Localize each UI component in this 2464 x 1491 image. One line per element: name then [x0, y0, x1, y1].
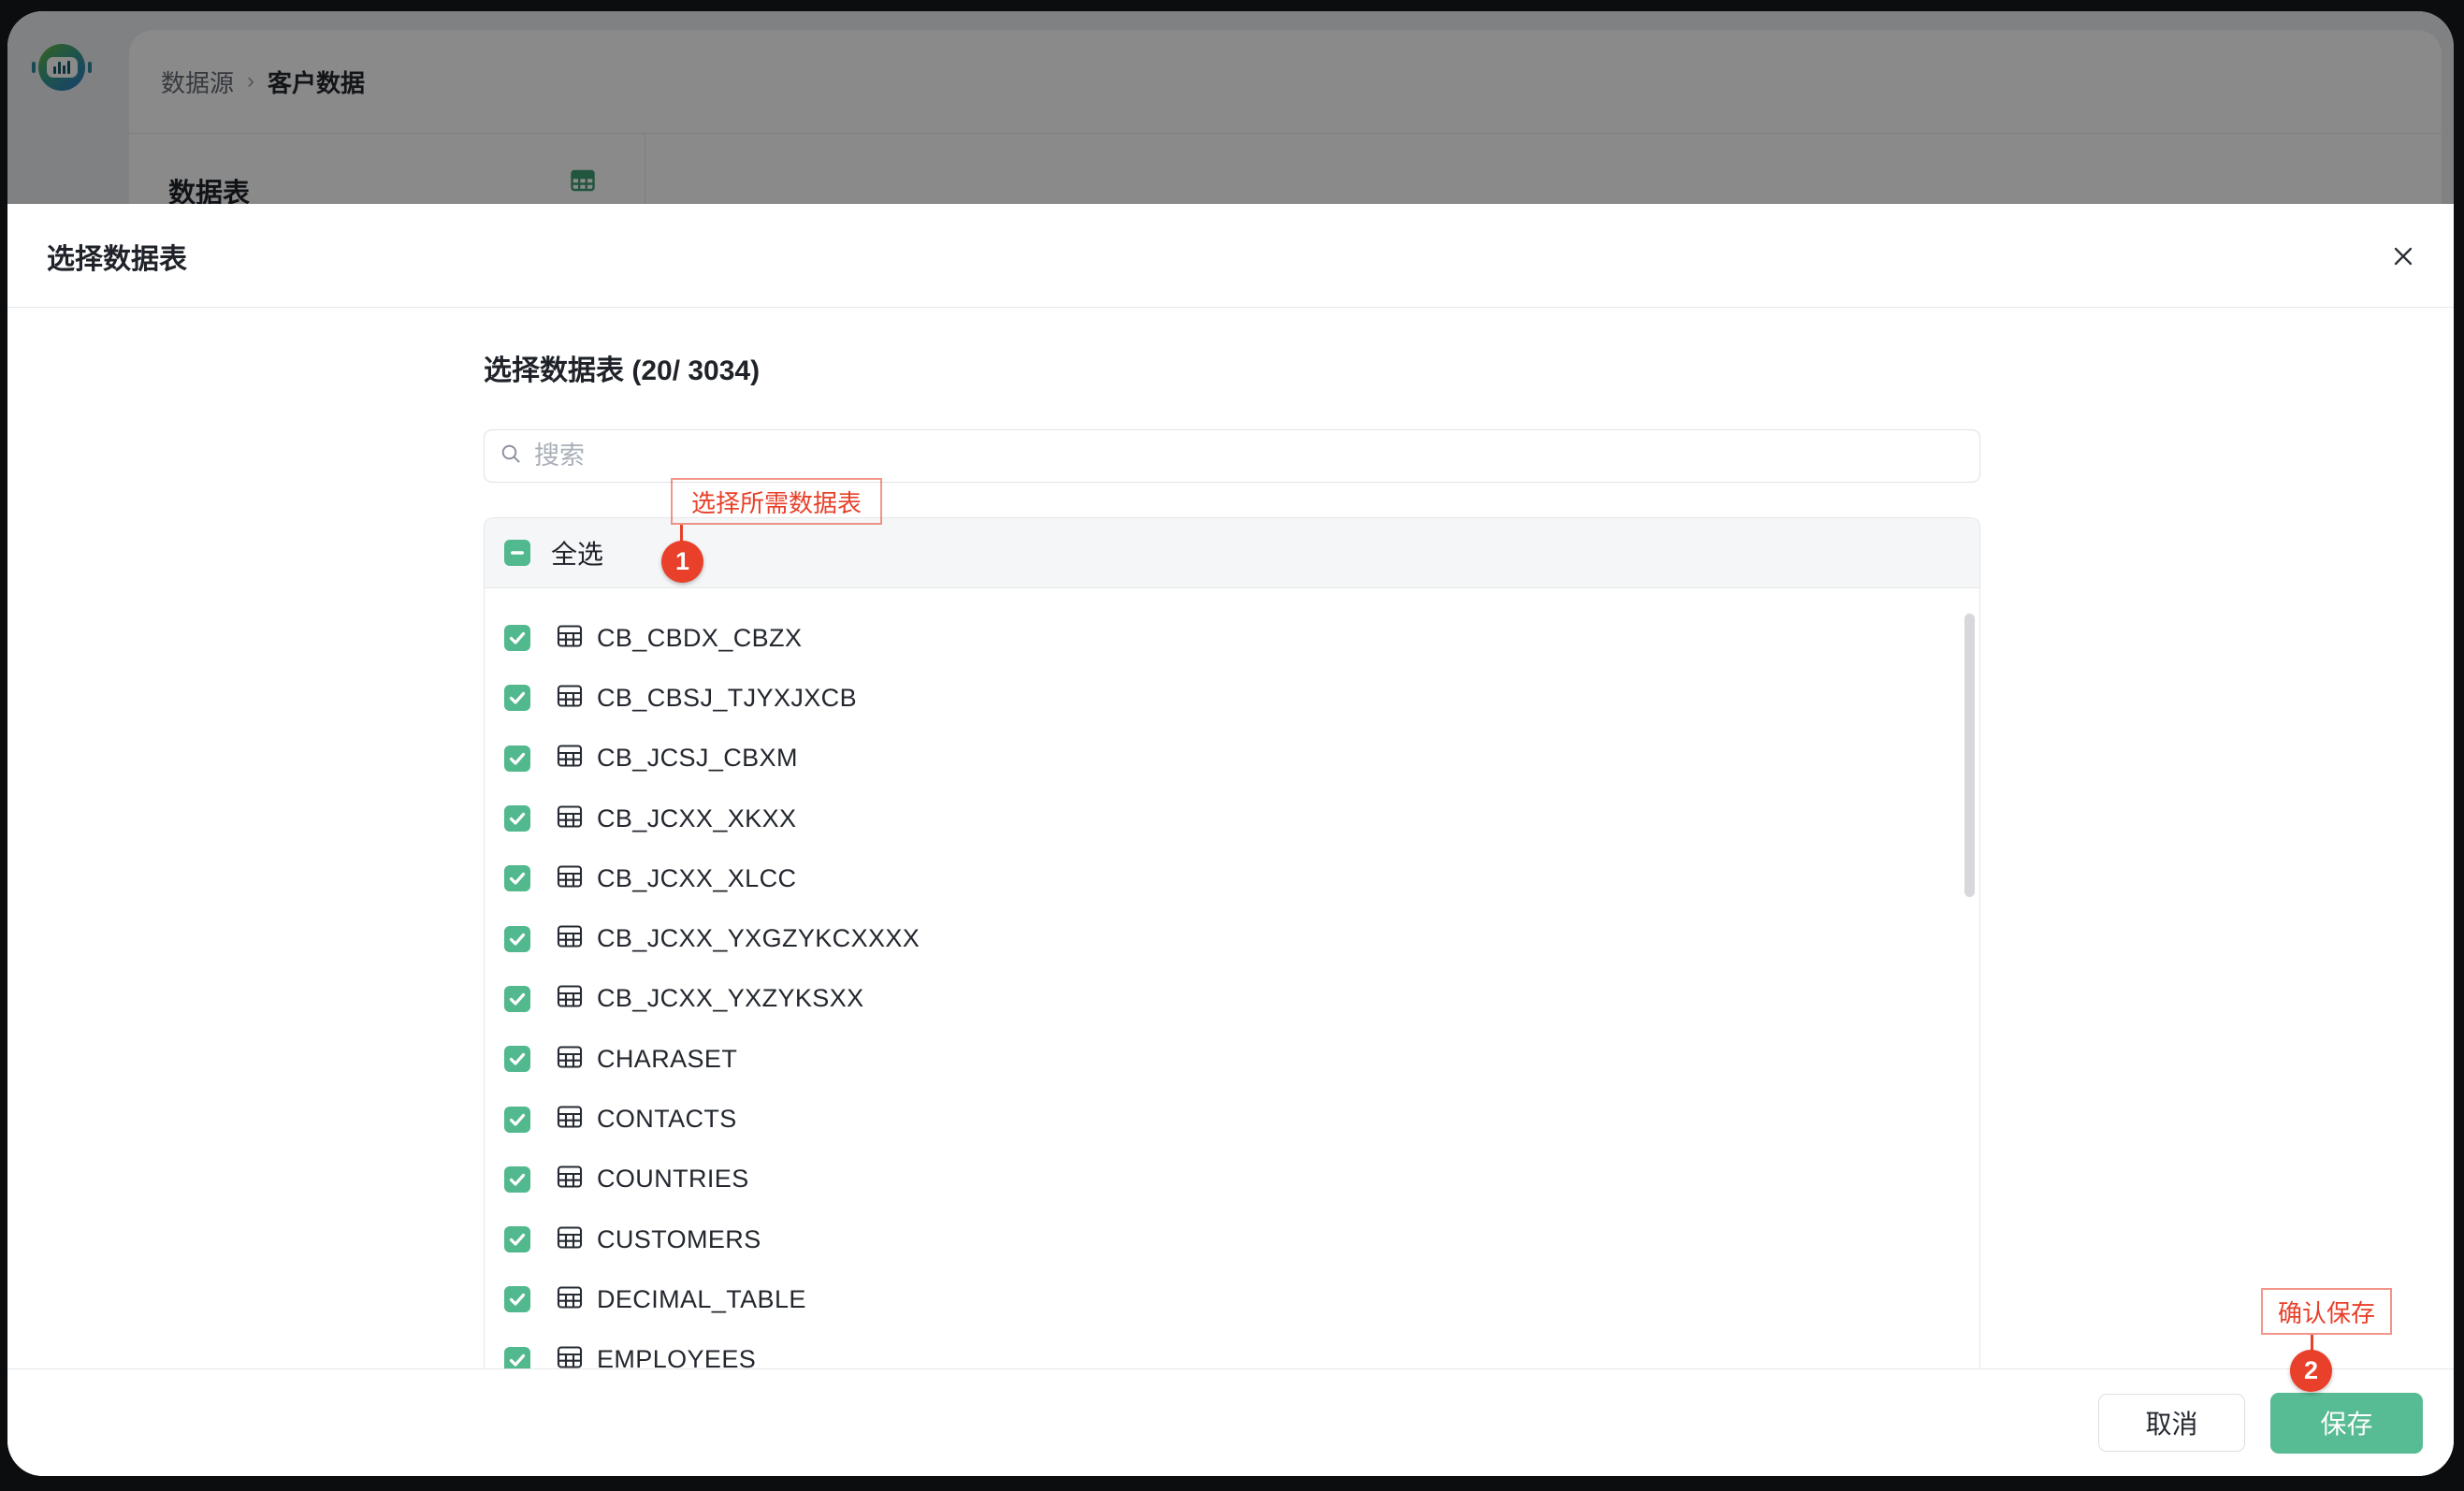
table-row[interactable]: CB_JCXX_XLCC: [485, 848, 1979, 908]
table-grid-icon: [556, 622, 584, 655]
select-tables-modal: 选择数据表 选择数据表 (20/ 3034): [7, 204, 2454, 1476]
select-all-row[interactable]: 全选: [485, 518, 1979, 588]
table-grid-icon: [556, 1223, 584, 1256]
table-grid-icon: [556, 1163, 584, 1195]
table-row[interactable]: CB_CBSJ_TJYXJXCB: [485, 668, 1979, 728]
table-name: CB_CBSJ_TJYXJXCB: [597, 684, 857, 713]
row-checkbox-checked[interactable]: [504, 926, 530, 952]
modal-header: 选择数据表: [7, 204, 2454, 308]
table-name: CB_JCXX_YXZYKSXX: [597, 984, 864, 1013]
table-row[interactable]: CB_CBDX_CBZX: [485, 608, 1979, 668]
row-checkbox-checked[interactable]: [504, 1286, 530, 1312]
table-name: CB_JCSJ_CBXM: [597, 744, 798, 773]
annotation-step1-badge: 1: [661, 541, 703, 583]
tables-list-container: 全选: [484, 517, 1980, 1368]
annotation-step2-badge: 2: [2290, 1350, 2332, 1392]
row-checkbox-checked[interactable]: [504, 1046, 530, 1072]
table-row[interactable]: CONTACTS: [485, 1089, 1979, 1149]
table-row[interactable]: CHARASET: [485, 1029, 1979, 1089]
table-name: DECIMAL_TABLE: [597, 1285, 806, 1314]
select-all-checkbox-indeterminate[interactable]: [504, 540, 530, 566]
list-scrollbar-thumb[interactable]: [1964, 614, 1975, 897]
tables-list-viewport: CB_CBDX_CBZX: [485, 588, 1979, 1368]
search-icon: [500, 443, 522, 470]
annotation-step1-label: 选择所需数据表: [671, 478, 882, 525]
table-grid-icon: [556, 803, 584, 835]
table-grid-icon: [556, 862, 584, 895]
table-name: CB_JCXX_XLCC: [597, 864, 796, 893]
table-row[interactable]: CB_JCXX_YXZYKSXX: [485, 969, 1979, 1029]
table-grid-icon: [556, 682, 584, 715]
table-row[interactable]: EMPLOYEES: [485, 1330, 1979, 1368]
save-button[interactable]: 保存: [2270, 1393, 2423, 1454]
select-all-label: 全选: [551, 534, 603, 572]
search-input[interactable]: [534, 442, 1979, 470]
row-checkbox-checked[interactable]: [504, 685, 530, 711]
row-checkbox-checked[interactable]: [504, 746, 530, 772]
row-checkbox-checked[interactable]: [504, 1347, 530, 1368]
row-checkbox-checked[interactable]: [504, 1107, 530, 1133]
app-window: 数据源 › 客户数据 数据表 选择数据表: [7, 11, 2454, 1476]
close-icon[interactable]: [2387, 240, 2419, 272]
select-tables-heading: 选择数据表 (20/ 3034): [484, 347, 760, 388]
modal-body: 选择数据表 (20/ 3034): [7, 308, 2454, 1368]
table-grid-icon: [556, 742, 584, 774]
table-row[interactable]: CUSTOMERS: [485, 1209, 1979, 1269]
cancel-button[interactable]: 取消: [2098, 1394, 2245, 1452]
search-box: [484, 429, 1980, 483]
table-name: CUSTOMERS: [597, 1225, 761, 1254]
table-name: CB_CBDX_CBZX: [597, 624, 802, 653]
table-grid-icon: [556, 1103, 584, 1136]
table-grid-icon: [556, 922, 584, 955]
table-grid-icon: [556, 1043, 584, 1076]
row-checkbox-checked[interactable]: [504, 1166, 530, 1193]
modal-footer: 取消 保存: [7, 1368, 2454, 1476]
row-checkbox-checked[interactable]: [504, 805, 530, 832]
row-checkbox-checked[interactable]: [504, 1226, 530, 1252]
table-grid-icon: [556, 1283, 584, 1316]
table-row[interactable]: CB_JCXX_XKXX: [485, 789, 1979, 848]
table-row[interactable]: COUNTRIES: [485, 1150, 1979, 1209]
annotation-step2-label: 确认保存: [2261, 1288, 2392, 1335]
row-checkbox-checked[interactable]: [504, 865, 530, 891]
table-name: CHARASET: [597, 1045, 737, 1074]
table-name: CB_JCXX_YXGZYKCXXXX: [597, 924, 920, 953]
row-checkbox-checked[interactable]: [504, 986, 530, 1012]
table-row[interactable]: CB_JCXX_YXGZYKCXXXX: [485, 908, 1979, 968]
table-grid-icon: [556, 982, 584, 1015]
table-name: EMPLOYEES: [597, 1345, 756, 1368]
table-name: COUNTRIES: [597, 1165, 749, 1194]
tables-list: CB_CBDX_CBZX: [485, 588, 1979, 1368]
table-row[interactable]: DECIMAL_TABLE: [485, 1269, 1979, 1329]
table-name: CONTACTS: [597, 1105, 737, 1134]
table-row[interactable]: CB_JCSJ_CBXM: [485, 729, 1979, 789]
table-grid-icon: [556, 1343, 584, 1368]
screenshot-stage: 数据源 › 客户数据 数据表 选择数据表: [0, 0, 2464, 1491]
row-checkbox-checked[interactable]: [504, 625, 530, 651]
table-name: CB_JCXX_XKXX: [597, 804, 796, 833]
modal-title: 选择数据表: [47, 204, 187, 308]
